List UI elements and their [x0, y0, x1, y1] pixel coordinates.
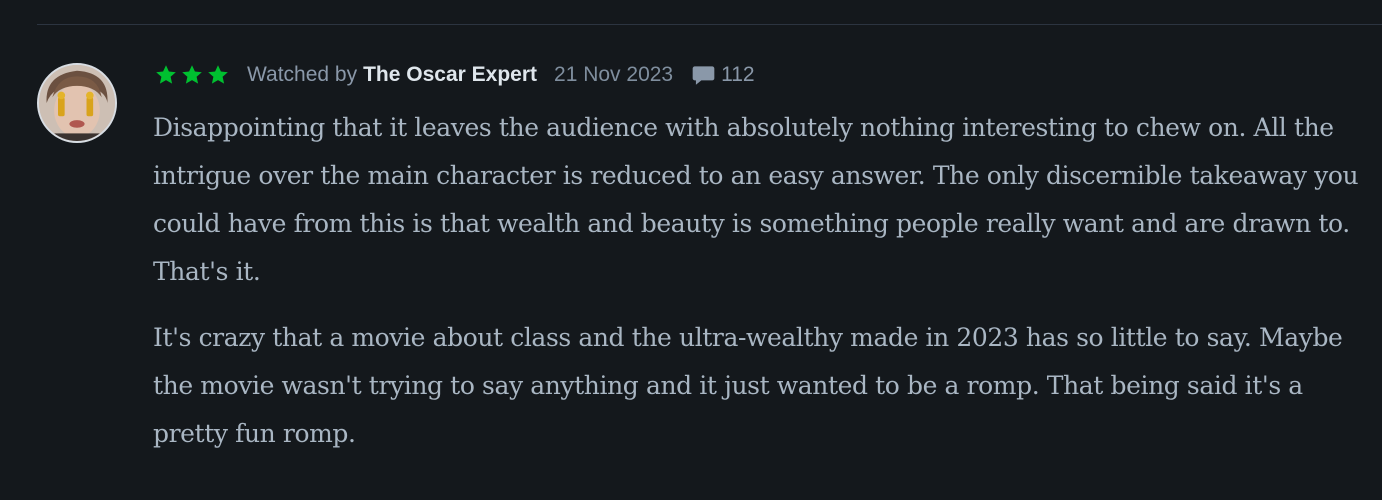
watched-by-label: Watched by: [247, 63, 358, 86]
comment-count: 112: [721, 63, 755, 86]
star-icon: [179, 63, 205, 87]
review-paragraph: It's crazy that a movie about class and …: [153, 323, 1343, 448]
speech-bubble-icon: [692, 66, 715, 85]
rating-stars: [153, 63, 231, 87]
star-icon: [153, 63, 179, 87]
review-card: Watched by The Oscar Expert 21 Nov 2023 …: [153, 58, 1368, 476]
review-paragraph: Disappointing that it leaves the audienc…: [153, 113, 1359, 286]
review-meta: Watched by The Oscar Expert 21 Nov 2023 …: [153, 58, 1368, 92]
review-date[interactable]: 21 Nov 2023: [554, 63, 673, 87]
comments-link[interactable]: 112: [690, 62, 755, 88]
reviewer-name-link[interactable]: The Oscar Expert: [363, 63, 537, 87]
star-icon: [205, 63, 231, 87]
avatar[interactable]: [37, 63, 117, 143]
section-divider: [37, 24, 1382, 25]
review-body: Disappointing that it leaves the audienc…: [153, 104, 1368, 458]
avatar-photo: [39, 65, 115, 141]
